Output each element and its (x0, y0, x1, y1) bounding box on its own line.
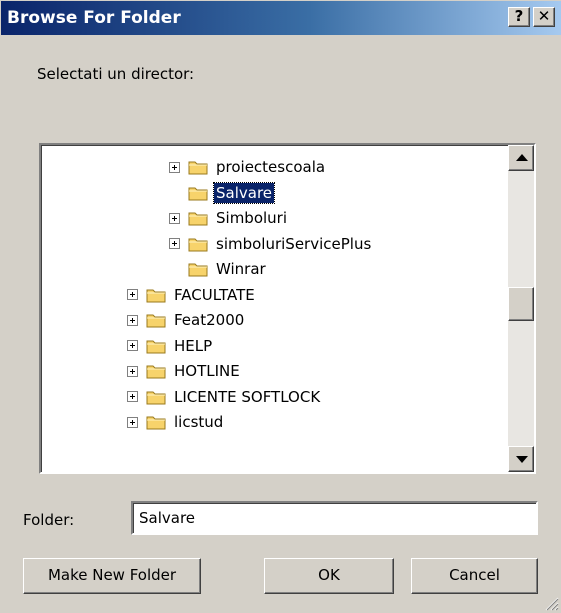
title-bar[interactable]: Browse For Folder ? ✕ (1, 1, 561, 35)
expand-plus-icon[interactable] (127, 416, 138, 428)
tree-item-label: HELP (174, 336, 213, 355)
close-icon: ✕ (537, 7, 551, 25)
folder-icon (146, 314, 166, 328)
tree-item[interactable]: Winrar (169, 257, 268, 281)
expand-plus-icon[interactable] (127, 365, 138, 377)
tree-item[interactable]: LICENTE SOFTLOCK (127, 385, 322, 409)
tree-item[interactable]: Feat2000 (127, 308, 246, 332)
cancel-button[interactable]: Cancel (411, 558, 538, 594)
folder-label: Folder: (23, 511, 75, 529)
tree-item-label: Winrar (216, 260, 266, 278)
scroll-thumb[interactable] (508, 287, 534, 321)
folder-icon (146, 416, 166, 430)
tree-item-label: simboluriServicePlus (216, 234, 372, 253)
expand-plus-icon[interactable] (127, 289, 138, 300)
help-button[interactable]: ? (508, 7, 530, 27)
folder-icon (188, 238, 208, 251)
scroll-down-button[interactable] (508, 446, 534, 472)
tree-item[interactable]: HOTLINE (127, 359, 242, 383)
arrow-down-icon (516, 456, 528, 463)
tree-item-label: proiectescoala (216, 158, 326, 176)
tree-item[interactable]: simboluriServicePlus (169, 232, 373, 256)
expand-plus-icon[interactable] (169, 161, 180, 173)
folder-icon (188, 187, 208, 200)
tree-item-label: FACULTATE (174, 285, 255, 304)
folder-input[interactable] (131, 501, 538, 535)
tree-item-label: licstud (174, 413, 224, 431)
folder-icon (146, 340, 166, 353)
expand-plus-icon[interactable] (127, 340, 138, 351)
close-button[interactable]: ✕ (533, 7, 555, 27)
tree-item[interactable]: Salvare (169, 181, 276, 205)
tree-item-label: Salvare (212, 181, 276, 204)
tree-item[interactable]: licstud (127, 410, 225, 434)
prompt-text: Selectati un director: (37, 65, 195, 83)
resize-grip-icon[interactable] (543, 595, 559, 611)
make-new-folder-button[interactable]: Make New Folder (23, 558, 201, 594)
expand-plus-icon[interactable] (169, 212, 180, 224)
window-title: Browse For Folder (7, 8, 181, 28)
expand-plus-icon[interactable] (127, 391, 138, 402)
tree-item[interactable]: HELP (127, 334, 214, 358)
scroll-up-button[interactable] (508, 145, 534, 171)
tree-item-label: HOTLINE (174, 362, 240, 380)
folder-icon (146, 289, 166, 302)
folder-icon (188, 212, 208, 226)
folder-icon (146, 365, 166, 379)
folder-tree[interactable]: proiectescoala Salvare Simboluri simboluriS… (39, 143, 536, 474)
help-icon: ? (514, 7, 524, 25)
browse-for-folder-dialog: Browse For Folder ? ✕ Selectati un direc… (0, 0, 561, 613)
arrow-up-icon (516, 154, 528, 161)
folder-icon (188, 263, 208, 277)
tree-item[interactable]: Simboluri (169, 206, 289, 230)
tree-item-label: LICENTE SOFTLOCK (174, 387, 321, 406)
folder-icon (146, 391, 166, 404)
tree-item[interactable]: FACULTATE (127, 283, 257, 307)
tree-item[interactable]: proiectescoala (169, 155, 327, 179)
folder-icon (188, 161, 208, 175)
tree-item-label: Simboluri (216, 209, 288, 227)
ok-button[interactable]: OK (264, 558, 394, 594)
tree-item-label: Feat2000 (174, 311, 245, 329)
vertical-scrollbar[interactable] (508, 145, 534, 472)
expand-plus-icon[interactable] (127, 314, 138, 326)
expand-plus-icon[interactable] (169, 238, 180, 249)
